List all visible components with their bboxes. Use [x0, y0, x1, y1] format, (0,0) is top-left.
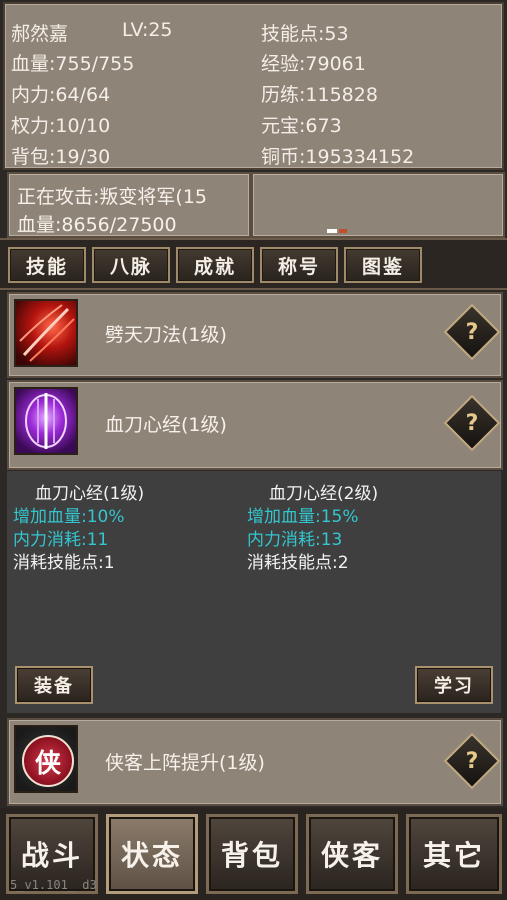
skill-name: 劈天刀法(1级) — [105, 324, 227, 346]
next-mp-cost: 内力消耗:13 — [247, 530, 343, 550]
tab-codex[interactable]: 图鉴 — [344, 247, 422, 283]
blade-heart-skill-icon — [14, 387, 78, 455]
next-level-title: 血刀心经(2级) — [269, 484, 379, 504]
attack-status-box[interactable]: 正在攻击:叛变将军(15 血量:8656/27500 — [7, 172, 251, 238]
equip-button[interactable]: 装备 — [15, 666, 93, 704]
player-exp: 经验:79061 — [261, 53, 366, 75]
skill-name: 血刀心经(1级) — [105, 414, 227, 436]
skill-help-button[interactable]: ? — [443, 303, 501, 361]
question-icon: ? — [465, 748, 479, 774]
hero-skill-badge: 侠 — [22, 735, 74, 787]
skill-points: 技能点:53 — [261, 23, 349, 45]
slash-skill-icon — [14, 299, 78, 367]
nav-heroes[interactable]: 侠客 — [306, 814, 398, 894]
nav-other[interactable]: 其它 — [406, 814, 502, 894]
player-power: 权力:10/10 — [11, 115, 111, 137]
current-hp-bonus: 增加血量:10% — [13, 507, 125, 527]
skill-help-button[interactable]: ? — [443, 732, 501, 790]
hero-skill-glyph: 侠 — [34, 748, 61, 779]
player-yuanbao: 元宝:673 — [261, 115, 342, 137]
question-icon: ? — [465, 319, 479, 345]
nav-status[interactable]: 状态 — [106, 814, 198, 894]
player-level: LV:25 — [122, 19, 173, 41]
skill-row-xuedao[interactable]: 血刀心经(1级) ? — [7, 380, 503, 470]
hero-skill-icon: 侠 — [14, 725, 78, 793]
next-hp-bonus: 增加血量:15% — [247, 507, 359, 527]
tab-titles[interactable]: 称号 — [260, 247, 338, 283]
player-mp: 内力:64/64 — [11, 84, 111, 106]
skill-help-button[interactable]: ? — [443, 394, 501, 452]
player-bag: 背包:19/30 — [11, 146, 111, 168]
tab-bar: 技能 八脉 成就 称号 图鉴 — [0, 238, 507, 290]
player-name: 郝然嘉 — [11, 23, 69, 45]
current-level-title: 血刀心经(1级) — [35, 484, 145, 504]
enemy-hp: 血量:8656/27500 — [17, 214, 177, 236]
skill-row-hero-boost[interactable]: 侠 侠客上阵提升(1级) ? — [7, 718, 503, 806]
current-sp-cost: 消耗技能点:1 — [13, 553, 115, 573]
skill-name: 侠客上阵提升(1级) — [105, 752, 265, 774]
minimap-marker — [327, 229, 337, 233]
tab-skills[interactable]: 技能 — [8, 247, 86, 283]
attack-target: 正在攻击:叛变将军(15 — [17, 186, 207, 208]
learn-button[interactable]: 学习 — [415, 666, 493, 704]
player-training: 历练:115828 — [261, 84, 378, 106]
version-label: 5_v1.101_ d3 — [10, 878, 97, 892]
minimap — [251, 172, 505, 238]
current-mp-cost: 内力消耗:11 — [13, 530, 109, 550]
player-coins: 铜币:195334152 — [261, 146, 415, 168]
skill-detail-panel: 血刀心经(1级) 增加血量:10% 内力消耗:11 消耗技能点:1 血刀心经(2… — [7, 471, 501, 713]
question-icon: ? — [465, 410, 479, 436]
stats-panel: 郝然嘉 LV:25 血量:755/755 内力:64/64 权力:10/10 背… — [3, 2, 504, 170]
next-sp-cost: 消耗技能点:2 — [247, 553, 349, 573]
tab-achievements[interactable]: 成就 — [176, 247, 254, 283]
nav-bag[interactable]: 背包 — [206, 814, 298, 894]
minimap-marker-enemy — [339, 229, 347, 233]
player-hp: 血量:755/755 — [11, 53, 135, 75]
tab-meridians[interactable]: 八脉 — [92, 247, 170, 283]
skill-row-pitian[interactable]: 劈天刀法(1级) ? — [7, 292, 503, 378]
